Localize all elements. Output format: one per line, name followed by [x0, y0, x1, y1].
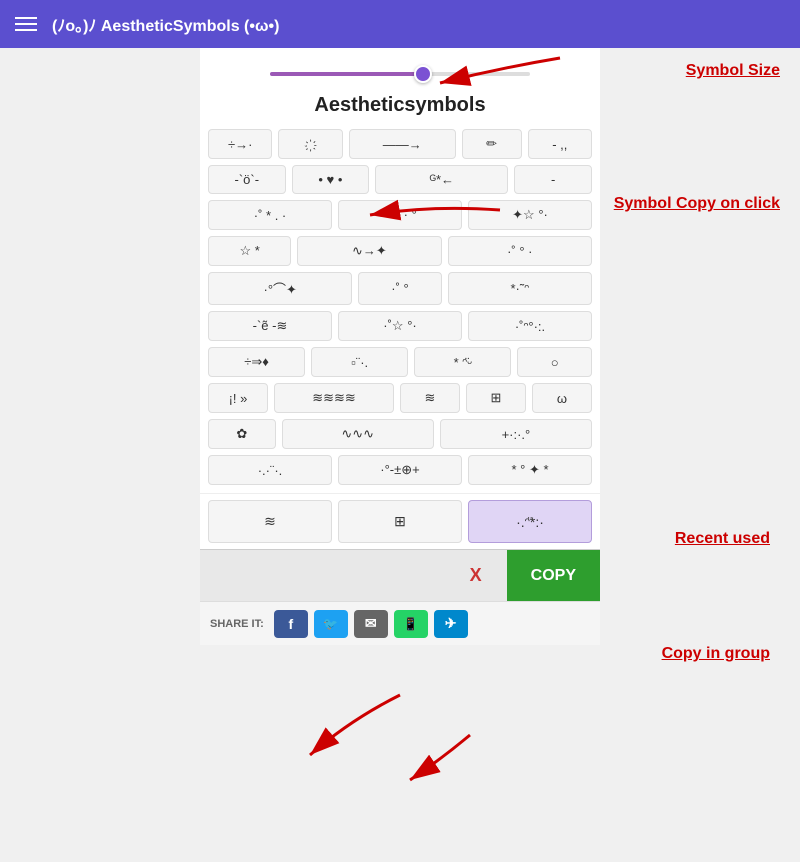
- hamburger-menu[interactable]: [15, 17, 37, 31]
- symbol-btn[interactable]: ☆ *: [208, 236, 291, 266]
- symbol-grid: ÷→· ҉ ——→ ✏ - ,, -`ö`- • ♥ • ᴳ*← - ·˚ * …: [200, 129, 600, 493]
- whatsapp-share-button[interactable]: 📱: [394, 610, 428, 638]
- symbol-btn[interactable]: ≋≋≋≋: [274, 383, 394, 413]
- symbol-btn[interactable]: ·°⌒✦: [208, 272, 352, 305]
- symbol-row: ¡! » ≋≋≋≋ ≋ ⊞ ω: [208, 383, 592, 413]
- symbol-btn[interactable]: -`ö`-: [208, 165, 286, 194]
- annotation-symbol-copy: Symbol Copy on click: [614, 195, 780, 213]
- symbol-btn[interactable]: ·˚ °: [358, 272, 441, 305]
- symbol-btn[interactable]: * ᵔ̈ᵕ: [414, 347, 511, 377]
- copy-button[interactable]: COPY: [507, 550, 600, 601]
- symbol-btn[interactable]: ᴳ*←: [375, 165, 508, 194]
- symbol-btn[interactable]: ω: [532, 383, 592, 413]
- symbol-row: ÷⇒♦ ▫¨·. * ᵔ̈ᵕ ○: [208, 347, 592, 377]
- share-bar: SHARE IT: f 🐦 ✉ 📱 ✈: [200, 601, 600, 645]
- symbol-row: ÷→· ҉ ——→ ✏ - ,,: [208, 129, 592, 159]
- symbol-btn[interactable]: ·°-±⊕+: [338, 455, 462, 485]
- symbol-btn[interactable]: ▫¨·.: [311, 347, 408, 377]
- symbol-btn[interactable]: ——→: [349, 129, 456, 159]
- symbol-btn[interactable]: ∿→✦: [297, 236, 441, 266]
- symbol-btn[interactable]: ·˚ᵔ°·:.: [468, 311, 592, 341]
- symbol-row: ☆ * ∿→✦ ·˚ ° ·: [208, 236, 592, 266]
- arrow-symbol-size: [350, 48, 570, 98]
- symbol-btn[interactable]: ·.·¨·.: [208, 455, 332, 485]
- symbol-row: ·.·¨·. ·°-±⊕+ * ° ✦ *: [208, 455, 592, 485]
- selected-symbol-1[interactable]: ≋: [208, 500, 332, 543]
- symbol-row: ·°⌒✦ ·˚ ° *·˜ᵔ: [208, 272, 592, 305]
- selected-area: ≋ ⊞ ·.ᵔ̈*:·: [200, 493, 600, 549]
- twitter-share-button[interactable]: 🐦: [314, 610, 348, 638]
- symbol-btn[interactable]: ✿: [208, 419, 276, 449]
- symbol-row: -`ö`- • ♥ • ᴳ*← -: [208, 165, 592, 194]
- symbol-btn[interactable]: ·˚☆ °·: [338, 311, 462, 341]
- share-label: SHARE IT:: [210, 618, 264, 630]
- symbol-btn[interactable]: +·:·.°: [440, 419, 592, 449]
- facebook-share-button[interactable]: f: [274, 610, 308, 638]
- main-panel: Aestheticsymbols ÷→· ҉ ——→ ✏ - ,, -`ö`- …: [200, 48, 600, 645]
- symbol-btn[interactable]: ҉: [278, 129, 342, 159]
- selected-symbol-3[interactable]: ·.ᵔ̈*:·: [468, 500, 592, 543]
- symbol-btn[interactable]: ✏: [462, 129, 522, 159]
- copy-text-area: X: [200, 565, 507, 586]
- symbol-btn[interactable]: ÷→·: [208, 129, 272, 159]
- email-share-button[interactable]: ✉: [354, 610, 388, 638]
- symbol-btn[interactable]: ≋: [400, 383, 460, 413]
- arrow-symbol-copy: [310, 195, 510, 235]
- selected-symbol-2[interactable]: ⊞: [338, 500, 462, 543]
- symbol-btn[interactable]: - ,,: [528, 129, 592, 159]
- copy-bar: X COPY: [200, 549, 600, 601]
- symbol-btn[interactable]: -: [514, 165, 592, 194]
- symbol-btn[interactable]: ○: [517, 347, 592, 377]
- symbol-btn[interactable]: ·˚ ° ·: [448, 236, 592, 266]
- symbol-btn[interactable]: -`ẽ -≋: [208, 311, 332, 341]
- symbol-btn[interactable]: *·˜ᵔ: [448, 272, 592, 305]
- annotation-copy-in-group: Copy in group: [662, 645, 770, 663]
- app-header: (ﾉo。)ﾉ AestheticSymbols (•ω•): [0, 0, 800, 48]
- annotation-symbol-size: Symbol Size: [686, 62, 780, 80]
- symbol-btn[interactable]: ÷⇒♦: [208, 347, 305, 377]
- clear-button[interactable]: X: [470, 565, 482, 586]
- symbol-btn[interactable]: ¡! »: [208, 383, 268, 413]
- symbol-btn[interactable]: ∿∿∿: [282, 419, 434, 449]
- annotation-recent-used: Recent used: [675, 530, 770, 548]
- telegram-share-button[interactable]: ✈: [434, 610, 468, 638]
- symbol-row: -`ẽ -≋ ·˚☆ °· ·˚ᵔ°·:.: [208, 311, 592, 341]
- header-title: (ﾉo。)ﾉ AestheticSymbols (•ω•): [52, 12, 279, 36]
- symbol-btn[interactable]: * ° ✦ *: [468, 455, 592, 485]
- symbol-row: ✿ ∿∿∿ +·:·.°: [208, 419, 592, 449]
- arrow-copy-button: [320, 730, 480, 790]
- symbol-btn[interactable]: ⊞: [466, 383, 526, 413]
- symbol-btn[interactable]: • ♥ •: [292, 165, 370, 194]
